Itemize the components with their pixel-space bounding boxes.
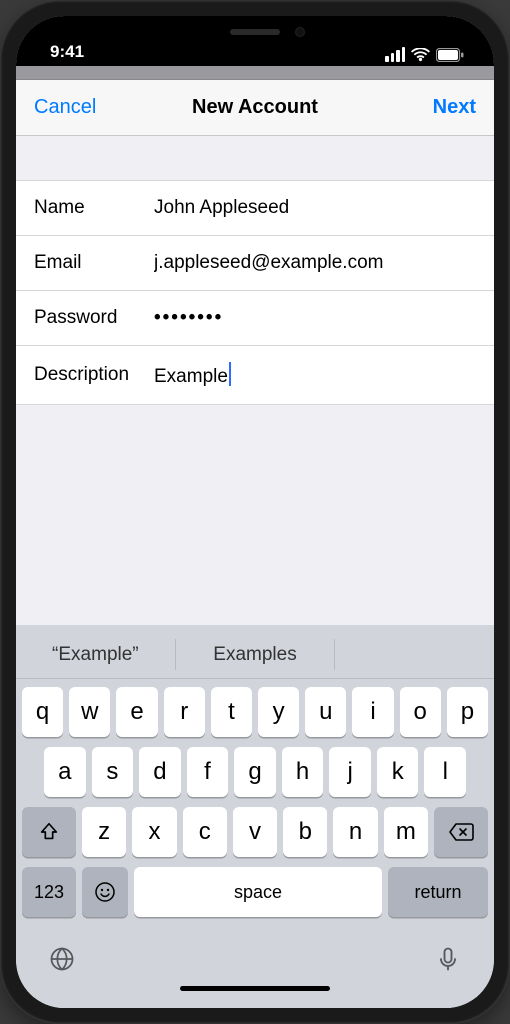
numbers-key[interactable]: 123 <box>22 867 76 917</box>
home-indicator[interactable] <box>16 980 494 1008</box>
key-j[interactable]: j <box>329 747 371 797</box>
emoji-key[interactable] <box>82 867 128 917</box>
suggestion-3[interactable] <box>334 639 494 670</box>
description-label: Description <box>34 364 154 386</box>
suggestion-2[interactable]: Examples <box>175 639 335 670</box>
account-form: Name Email Password •••••••• Description… <box>16 136 494 405</box>
wifi-icon <box>411 48 430 62</box>
row-password[interactable]: Password •••••••• <box>16 290 494 345</box>
row-email[interactable]: Email <box>16 235 494 290</box>
key-i[interactable]: i <box>352 687 393 737</box>
return-key[interactable]: return <box>388 867 488 917</box>
notch <box>150 16 360 48</box>
backspace-key[interactable] <box>434 807 488 857</box>
key-w[interactable]: w <box>69 687 110 737</box>
key-f[interactable]: f <box>187 747 229 797</box>
key-k[interactable]: k <box>377 747 419 797</box>
key-c[interactable]: c <box>183 807 227 857</box>
next-button[interactable]: Next <box>433 96 476 119</box>
content-filler <box>16 405 494 625</box>
suggestion-1[interactable]: “Example” <box>16 631 175 678</box>
sheet-backdrop <box>16 66 494 80</box>
key-a[interactable]: a <box>44 747 86 797</box>
password-label: Password <box>34 307 154 329</box>
key-n[interactable]: n <box>333 807 377 857</box>
key-y[interactable]: y <box>258 687 299 737</box>
key-t[interactable]: t <box>211 687 252 737</box>
keyboard-bottom-bar <box>16 933 494 980</box>
key-d[interactable]: d <box>139 747 181 797</box>
key-r[interactable]: r <box>164 687 205 737</box>
mic-icon[interactable] <box>434 945 462 978</box>
key-h[interactable]: h <box>282 747 324 797</box>
email-input[interactable] <box>154 252 476 274</box>
email-label: Email <box>34 252 154 274</box>
status-time: 9:41 <box>50 42 84 62</box>
keyboard: “Example” Examples q w e r t y u i o <box>16 625 494 1008</box>
description-input[interactable]: Example <box>154 362 476 388</box>
row-name[interactable]: Name <box>16 180 494 235</box>
shift-key[interactable] <box>22 807 76 857</box>
name-label: Name <box>34 197 154 219</box>
key-m[interactable]: m <box>384 807 428 857</box>
key-s[interactable]: s <box>92 747 134 797</box>
cancel-button[interactable]: Cancel <box>34 96 96 119</box>
space-key[interactable]: space <box>134 867 382 917</box>
navigation-bar: Cancel New Account Next <box>16 80 494 136</box>
suggestion-bar: “Example” Examples <box>16 631 494 679</box>
key-b[interactable]: b <box>283 807 327 857</box>
cellular-icon <box>385 47 405 62</box>
row-description[interactable]: Description Example <box>16 345 494 405</box>
key-row-4: 123 space return <box>22 867 488 917</box>
key-q[interactable]: q <box>22 687 63 737</box>
text-cursor <box>229 362 231 386</box>
key-v[interactable]: v <box>233 807 277 857</box>
phone-frame: 9:41 Cancel New Account Next <box>0 0 510 1024</box>
key-e[interactable]: e <box>116 687 157 737</box>
key-l[interactable]: l <box>424 747 466 797</box>
key-row-1: q w e r t y u i o p <box>22 687 488 737</box>
key-row-3: z x c v b n m <box>22 807 488 857</box>
key-p[interactable]: p <box>447 687 488 737</box>
password-input[interactable]: •••••••• <box>154 307 476 329</box>
key-row-2: a s d f g h j k l <box>22 747 488 797</box>
key-z[interactable]: z <box>82 807 126 857</box>
key-u[interactable]: u <box>305 687 346 737</box>
key-o[interactable]: o <box>400 687 441 737</box>
globe-icon[interactable] <box>48 945 76 978</box>
battery-icon <box>436 48 464 62</box>
key-x[interactable]: x <box>132 807 176 857</box>
key-g[interactable]: g <box>234 747 276 797</box>
name-input[interactable] <box>154 197 476 219</box>
